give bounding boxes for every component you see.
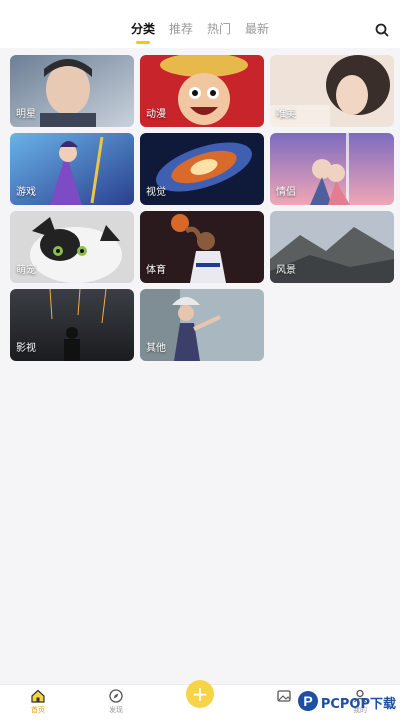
category-label: 视觉 [146,187,166,198]
add-button[interactable]: + [186,680,214,708]
watermark: P PCPOP下载 [297,688,396,716]
category-card-game[interactable]: 游戏 [10,133,134,205]
category-card-aesthetic[interactable]: 唯美 [270,55,394,127]
home-icon [31,689,45,703]
top-bar: 分类 推荐 热门 最新 [0,0,400,48]
compass-icon [109,689,123,703]
pcpop-logo-icon: P [297,691,318,711]
search-icon[interactable] [374,22,390,38]
category-label: 萌宠 [16,265,36,276]
category-card-scenery[interactable]: 风景 [270,211,394,283]
tab-recommend[interactable]: 推荐 [169,20,193,38]
category-card-sports[interactable]: 体育 [140,211,264,283]
category-label: 游戏 [16,187,36,198]
category-label: 情侣 [276,187,296,198]
category-label: 唯美 [276,109,296,120]
category-grid: 明星 动漫 唯美 游戏 视觉 情侣 萌宠 体育 风景 影视 其他 [10,55,394,361]
app-root: 分类 推荐 热门 最新 明星 动漫 唯美 游戏 视觉 情侣 萌宠 体育 风景 影… [0,0,400,720]
watermark-text: PCPOP下载 [320,696,396,712]
tab-hot[interactable]: 热门 [207,20,231,38]
nav-home[interactable]: 首页 [18,688,58,715]
image-icon [277,690,291,702]
category-label: 动漫 [146,109,166,120]
plus-icon: + [191,682,209,706]
category-card-film[interactable]: 影视 [10,289,134,361]
category-card-star[interactable]: 明星 [10,55,134,127]
nav-home-label: 首页 [31,706,45,714]
category-card-other[interactable]: 其他 [140,289,264,361]
tab-category[interactable]: 分类 [131,20,155,38]
category-card-visual[interactable]: 视觉 [140,133,264,205]
category-card-anime[interactable]: 动漫 [140,55,264,127]
category-card-pet[interactable]: 萌宠 [10,211,134,283]
svg-text:P: P [303,693,312,709]
tab-latest[interactable]: 最新 [245,20,269,38]
category-card-couple[interactable]: 情侣 [270,133,394,205]
category-tabs: 分类 推荐 热门 最新 [0,20,400,38]
category-label: 体育 [146,265,166,276]
nav-discover-label: 发现 [109,706,123,714]
category-label: 明星 [16,109,36,120]
category-label: 影视 [16,343,36,354]
category-label: 风景 [276,265,296,276]
category-label: 其他 [146,343,166,354]
nav-discover[interactable]: 发现 [96,688,136,715]
